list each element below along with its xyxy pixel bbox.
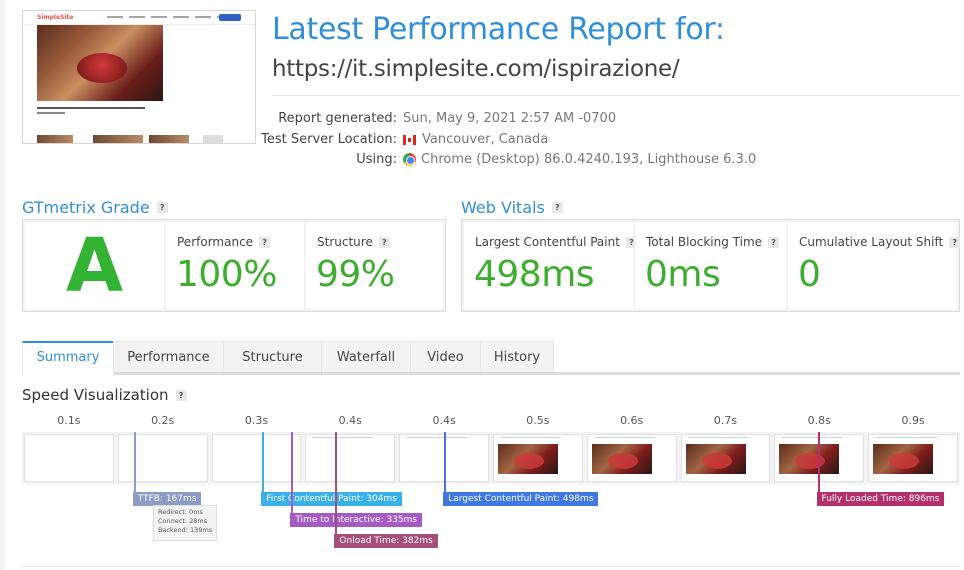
marker-line xyxy=(133,432,136,492)
timeline-ticks: 0.1s 0.2s 0.3s 0.4s 0.4s 0.5s 0.6s 0.7s 0.8s 0.9s xyxy=(22,414,960,428)
meta-report-generated: Report generated: Sun, May 9, 2021 2:57 … xyxy=(210,111,810,126)
filmstrip-frame[interactable] xyxy=(24,434,114,482)
left-edge-rule xyxy=(0,0,5,570)
thumbnail-nav xyxy=(107,16,233,18)
marker-line xyxy=(291,432,294,513)
meta-label: Test Server Location: xyxy=(261,132,397,147)
marker-line xyxy=(817,432,820,492)
tbt-value: 0ms xyxy=(645,254,721,295)
grade-letter: A xyxy=(65,223,124,309)
ttfb-backend: Backend: 139ms xyxy=(158,526,213,534)
structure-label: Structure xyxy=(317,235,373,249)
timeline-tick: 0.7s xyxy=(713,414,738,427)
lcp-card: Largest Contentful Paint? 498ms xyxy=(464,222,637,309)
tab-summary[interactable]: Summary xyxy=(22,341,114,375)
tab-history[interactable]: History xyxy=(480,341,554,372)
help-icon[interactable]: ? xyxy=(156,202,168,213)
meta-value: Chrome (Desktop) 86.0.4240.193, Lighthou… xyxy=(421,152,757,167)
tbt-card: Total Blocking Time? 0ms xyxy=(635,222,786,309)
timeline-tick: 0.3s xyxy=(244,414,269,427)
grade-card: A xyxy=(25,222,164,309)
speed-visualization-heading: Speed Visualization ? xyxy=(22,386,187,404)
timeline-tick: 0.9s xyxy=(901,414,925,427)
report-title: Latest Performance Report for: xyxy=(272,12,725,47)
filmstrip-frame[interactable] xyxy=(305,434,396,482)
lcp-label: Largest Contentful Paint xyxy=(475,235,620,249)
help-icon[interactable]: ? xyxy=(378,236,390,248)
ttfb-connect: Connect: 28ms xyxy=(158,517,208,525)
ttfb-breakdown: Redirect: 0ms Connect: 28ms Backend: 139… xyxy=(153,505,217,541)
marker-line xyxy=(262,432,265,492)
help-icon[interactable]: ? xyxy=(259,236,271,248)
marker-label: Onload Time: 382ms xyxy=(334,534,438,548)
structure-card: Structure? 99% xyxy=(306,222,443,309)
help-icon[interactable]: ? xyxy=(949,236,961,248)
marker-line xyxy=(335,432,338,534)
thumbnail-hero-image xyxy=(37,25,163,101)
performance-value: 100% xyxy=(176,254,277,295)
cls-card: Cumulative Layout Shift? 0 xyxy=(788,222,961,309)
timeline-tick: 0.1s xyxy=(57,414,81,427)
report-url[interactable]: https://it.simplesite.com/ispirazione/ xyxy=(272,56,680,82)
timeline-tick: 0.5s xyxy=(526,414,550,427)
filmstrip-frame[interactable] xyxy=(586,434,677,482)
help-icon[interactable]: ? xyxy=(551,202,563,213)
web-vitals-panel: Largest Contentful Paint? 498ms Total Bl… xyxy=(461,219,961,312)
filmstrip-frame[interactable] xyxy=(117,434,208,482)
gtmetrix-grade-panel: A Performance? 100% Structure? 99% xyxy=(22,219,446,312)
timeline-tick: 0.8s xyxy=(807,414,831,427)
header-divider xyxy=(272,95,960,96)
cls-value: 0 xyxy=(798,254,821,295)
filmstrip-frame[interactable] xyxy=(868,434,958,482)
performance-label: Performance xyxy=(177,235,254,249)
help-icon[interactable]: ? xyxy=(768,236,780,248)
meta-value: Sun, May 9, 2021 2:57 AM -0700 xyxy=(403,111,617,126)
meta-using: Using: Chrome (Desktop) 86.0.4240.193, L… xyxy=(210,152,810,167)
gtmetrix-grade-heading: GTmetrix Grade ? xyxy=(22,198,168,217)
marker-label: TTFB: 167ms xyxy=(132,492,202,506)
tab-video[interactable]: Video xyxy=(410,341,481,372)
cls-label: Cumulative Layout Shift xyxy=(799,235,944,249)
meta-value: Vancouver, Canada xyxy=(422,132,549,147)
timeline-tick: 0.2s xyxy=(151,414,175,427)
tab-waterfall[interactable]: Waterfall xyxy=(321,341,411,372)
timeline-tick: 0.4s xyxy=(338,414,362,427)
help-icon[interactable]: ? xyxy=(175,389,187,401)
thumbnail-navbar: SimpleSite xyxy=(23,11,255,25)
timeline-tick: 0.4s xyxy=(432,414,456,427)
tab-structure[interactable]: Structure xyxy=(223,341,322,372)
meta-label: Report generated: xyxy=(278,111,397,126)
timeline-tick: 0.6s xyxy=(620,414,644,427)
performance-card: Performance? 100% xyxy=(166,222,304,309)
meta-label: Using: xyxy=(356,152,397,167)
tab-performance[interactable]: Performance xyxy=(113,341,224,372)
ttfb-redirect: Redirect: 0ms xyxy=(158,508,203,516)
bottom-divider xyxy=(22,566,960,567)
marker-label: Largest Contentful Paint: 498ms xyxy=(443,492,599,506)
marker-label: Fully Loaded Time: 896ms xyxy=(816,492,945,506)
web-vitals-heading: Web Vitals ? xyxy=(461,198,563,217)
tbt-label: Total Blocking Time xyxy=(646,235,763,249)
report-tabs: Summary Performance Structure Waterfall … xyxy=(22,341,960,375)
chrome-icon xyxy=(403,153,416,166)
marker-label: Time to Interactive: 335ms xyxy=(290,513,423,527)
meta-server-location: Test Server Location: Vancouver, Canada xyxy=(210,132,810,147)
filmstrip-frame[interactable] xyxy=(211,434,302,482)
marker-line xyxy=(444,432,447,492)
thumbnail-button xyxy=(219,14,241,21)
filmstrip-frame[interactable] xyxy=(680,434,771,482)
filmstrip-frame[interactable] xyxy=(493,434,583,482)
structure-value: 99% xyxy=(316,254,395,295)
lcp-value: 498ms xyxy=(474,254,595,295)
canada-flag-icon xyxy=(403,134,416,145)
thumbnail-logo: SimpleSite xyxy=(37,14,74,21)
marker-label: First Contentful Paint: 304ms xyxy=(261,492,402,506)
